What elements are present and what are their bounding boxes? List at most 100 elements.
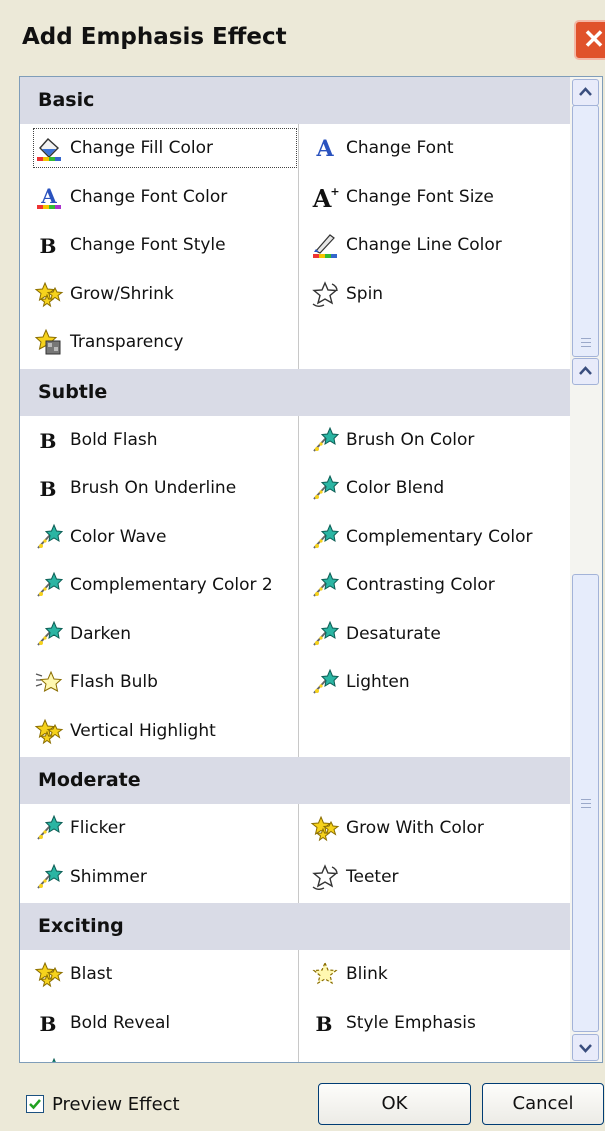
section-header-subtle: Subtle	[20, 368, 570, 416]
effect-item-label: Brush On Color	[346, 429, 475, 450]
effect-item-shimmer[interactable]: Shimmer	[34, 858, 296, 896]
effect-item-label: Grow With Color	[346, 818, 484, 838]
svg-text:B: B	[40, 1012, 57, 1036]
magic-wand-star-icon	[310, 620, 340, 648]
font-color-icon: A	[34, 183, 64, 211]
effect-item-color-wave[interactable]: Color Wave	[34, 518, 296, 556]
magic-wand-star-icon	[34, 571, 64, 599]
magic-wand-star-icon	[34, 814, 64, 842]
effect-item-contrasting-color[interactable]: Contrasting Color	[310, 566, 572, 604]
spin-star-icon	[310, 863, 340, 891]
effect-item-style-emphasis[interactable]: B Style Emphasis	[310, 1004, 572, 1042]
ok-button[interactable]: OK	[318, 1083, 471, 1125]
grow-stars-icon	[310, 814, 340, 842]
blink-star-icon	[310, 960, 340, 988]
effect-item-wave[interactable]: Wave	[34, 1052, 296, 1062]
bold-b-icon: B	[34, 1009, 64, 1037]
section-header-exciting: Exciting	[20, 903, 570, 950]
font-a-icon: A	[310, 134, 340, 162]
dialog-title: Add Emphasis Effect	[22, 24, 287, 50]
effect-item-label: Shimmer	[70, 866, 147, 887]
effects-list[interactable]: Basic Change Fill Color A Change Font Color…	[19, 76, 603, 1063]
preview-effect-checkbox[interactable]	[26, 1095, 44, 1113]
effect-item-darken[interactable]: Darken	[34, 615, 296, 653]
section-header-moderate: Moderate	[20, 757, 570, 804]
paint-bucket-icon	[34, 134, 64, 162]
svg-text:A: A	[40, 184, 57, 208]
effect-item-complementary-color-2[interactable]: Complementary Color 2	[34, 566, 296, 604]
section-header-label: Basic	[38, 89, 95, 111]
scroll-up-button-2[interactable]	[572, 358, 599, 385]
effect-item-label: Blast	[70, 964, 113, 984]
chevron-up-icon	[579, 87, 592, 96]
effect-item-change-font[interactable]: A Change Font	[310, 129, 572, 167]
effect-item-flash-bulb[interactable]: Flash Bulb	[34, 663, 296, 701]
scroll-thumb[interactable]	[572, 574, 599, 1032]
grow-stars-icon	[34, 960, 64, 988]
bold-b-icon: B	[34, 474, 64, 502]
section-header-label: Subtle	[38, 380, 108, 403]
grow-stars-icon	[34, 717, 64, 745]
effect-item-brush-on-underline[interactable]: B Brush On Underline	[34, 469, 296, 507]
section-header-label: Exciting	[38, 915, 124, 937]
svg-text:B: B	[40, 429, 57, 453]
effect-item-vertical-highlight[interactable]: Vertical Highlight	[34, 712, 296, 750]
effect-item-label: Color Blend	[346, 478, 445, 498]
effect-item-bold-reveal[interactable]: B Bold Reveal	[34, 1004, 296, 1042]
bold-b-icon: B	[34, 426, 64, 454]
flash-bulb-star-icon	[34, 668, 64, 696]
effect-item-blink[interactable]: Blink	[310, 955, 572, 993]
magic-wand-star-icon	[310, 474, 340, 502]
scroll-up-button[interactable]	[572, 79, 599, 106]
cancel-button[interactable]: Cancel	[482, 1083, 604, 1125]
magic-wand-star-icon	[34, 620, 64, 648]
svg-text:A: A	[312, 184, 332, 211]
effect-item-transparency[interactable]: Transparency	[34, 323, 296, 361]
preview-effect-label[interactable]: Preview Effect	[52, 1094, 180, 1115]
effect-item-desaturate[interactable]: Desaturate	[310, 615, 572, 653]
effect-item-label: Teeter	[346, 866, 399, 887]
effect-item-label: Brush On Underline	[70, 478, 237, 498]
add-emphasis-effect-dialog: Add Emphasis Effect ✕ Basic Change Fill C…	[0, 0, 605, 1131]
effect-item-blast[interactable]: Blast	[34, 955, 296, 993]
section-header-label: Moderate	[38, 769, 141, 791]
effect-item-change-font-style[interactable]: B Change Font Style	[34, 226, 296, 264]
effect-item-bold-flash[interactable]: B Bold Flash	[34, 421, 296, 459]
effect-item-grow-with-color[interactable]: Grow With Color	[310, 809, 572, 847]
effect-item-teeter[interactable]: Teeter	[310, 858, 572, 896]
scroll-thumb-upper[interactable]	[572, 105, 599, 357]
title-bar: Add Emphasis Effect ✕	[0, 0, 605, 70]
magic-wand-star-icon	[310, 668, 340, 696]
effect-item-label: Grow/Shrink	[70, 283, 174, 304]
close-button[interactable]: ✕	[574, 20, 605, 60]
effect-item-change-line-color[interactable]: Change Line Color	[310, 226, 572, 264]
grow-stars-icon	[34, 280, 64, 308]
effect-item-change-font-size[interactable]: A + Change Font Size	[310, 178, 572, 216]
magic-wand-star-icon	[34, 863, 64, 891]
effect-item-color-blend[interactable]: Color Blend	[310, 469, 572, 507]
column-divider	[298, 124, 299, 369]
effect-item-grow-shrink[interactable]: Grow/Shrink	[34, 275, 296, 313]
effect-item-flicker[interactable]: Flicker	[34, 809, 296, 847]
effect-item-brush-on-color[interactable]: Brush On Color	[310, 421, 572, 459]
effect-item-spin[interactable]: Spin	[310, 275, 572, 313]
scroll-down-button[interactable]	[572, 1034, 599, 1061]
bold-b-icon: B	[34, 231, 64, 259]
svg-text:B: B	[40, 477, 57, 501]
bold-b-icon: B	[310, 1009, 340, 1037]
column-divider	[298, 950, 299, 1062]
effect-item-label: Wave	[70, 1061, 117, 1062]
effect-item-label: Contrasting Color	[346, 575, 495, 595]
effect-item-complementary-color[interactable]: Complementary Color	[310, 518, 572, 556]
effect-item-change-font-color[interactable]: A Change Font Color	[34, 178, 296, 216]
column-divider	[298, 804, 299, 903]
vertical-scrollbar[interactable]	[570, 77, 602, 1062]
effect-item-label: Lighten	[346, 672, 410, 692]
effect-item-lighten[interactable]: Lighten	[310, 663, 572, 701]
effect-item-label: Change Font	[346, 138, 454, 158]
effect-item-label: Blink	[346, 964, 388, 984]
effect-item-label: Desaturate	[346, 623, 441, 644]
chevron-up-icon	[579, 366, 592, 375]
effect-item-change-fill-color[interactable]: Change Fill Color	[33, 128, 297, 168]
effect-item-label: Change Font Style	[70, 235, 226, 255]
